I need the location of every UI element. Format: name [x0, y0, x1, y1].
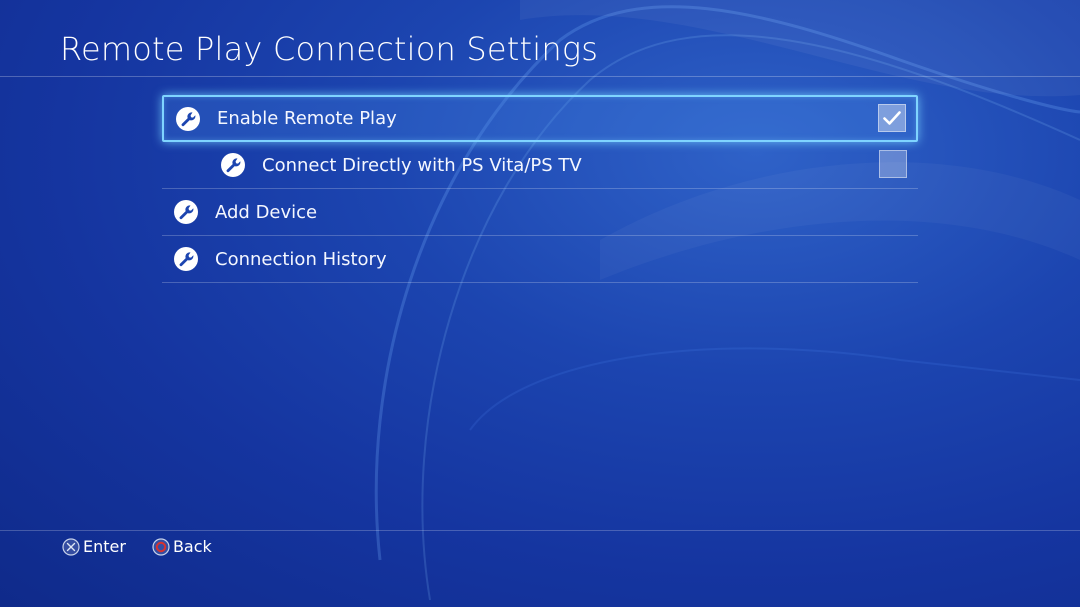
wrench-icon — [221, 153, 245, 177]
menu-item-add-device[interactable]: Add Device — [162, 189, 918, 236]
back-hint[interactable]: Back — [152, 537, 212, 556]
page-title: Remote Play Connection Settings — [60, 30, 599, 68]
connect-directly-checkbox[interactable] — [879, 150, 907, 178]
wrench-icon — [176, 106, 200, 131]
wrench-icon — [174, 247, 198, 271]
cross-button-icon — [62, 537, 80, 556]
menu-item-label: Enable Remote Play — [217, 108, 397, 129]
title-divider — [0, 76, 1080, 77]
menu-item-label: Connection History — [215, 248, 387, 270]
circle-button-icon — [152, 537, 170, 556]
menu-item-connect-directly[interactable]: Connect Directly with PS Vita/PS TV — [162, 142, 918, 189]
menu-item-connection-history[interactable]: Connection History — [162, 236, 918, 283]
enable-remote-play-checkbox[interactable] — [878, 104, 906, 132]
menu-item-enable-remote-play[interactable]: Enable Remote Play — [162, 95, 918, 142]
enter-hint[interactable]: Enter — [62, 537, 126, 556]
menu-item-label: Connect Directly with PS Vita/PS TV — [262, 154, 582, 176]
wrench-icon — [174, 200, 198, 224]
background-wave — [374, 0, 1080, 601]
settings-menu-list: Enable Remote Play Connect Directly with… — [162, 95, 918, 283]
checkmark-icon — [883, 111, 901, 125]
footer-divider — [0, 530, 1080, 531]
button-hints: Enter Back — [62, 537, 238, 556]
enter-hint-label: Enter — [83, 537, 126, 556]
back-hint-label: Back — [172, 537, 212, 556]
menu-item-label: Add Device — [215, 201, 318, 223]
